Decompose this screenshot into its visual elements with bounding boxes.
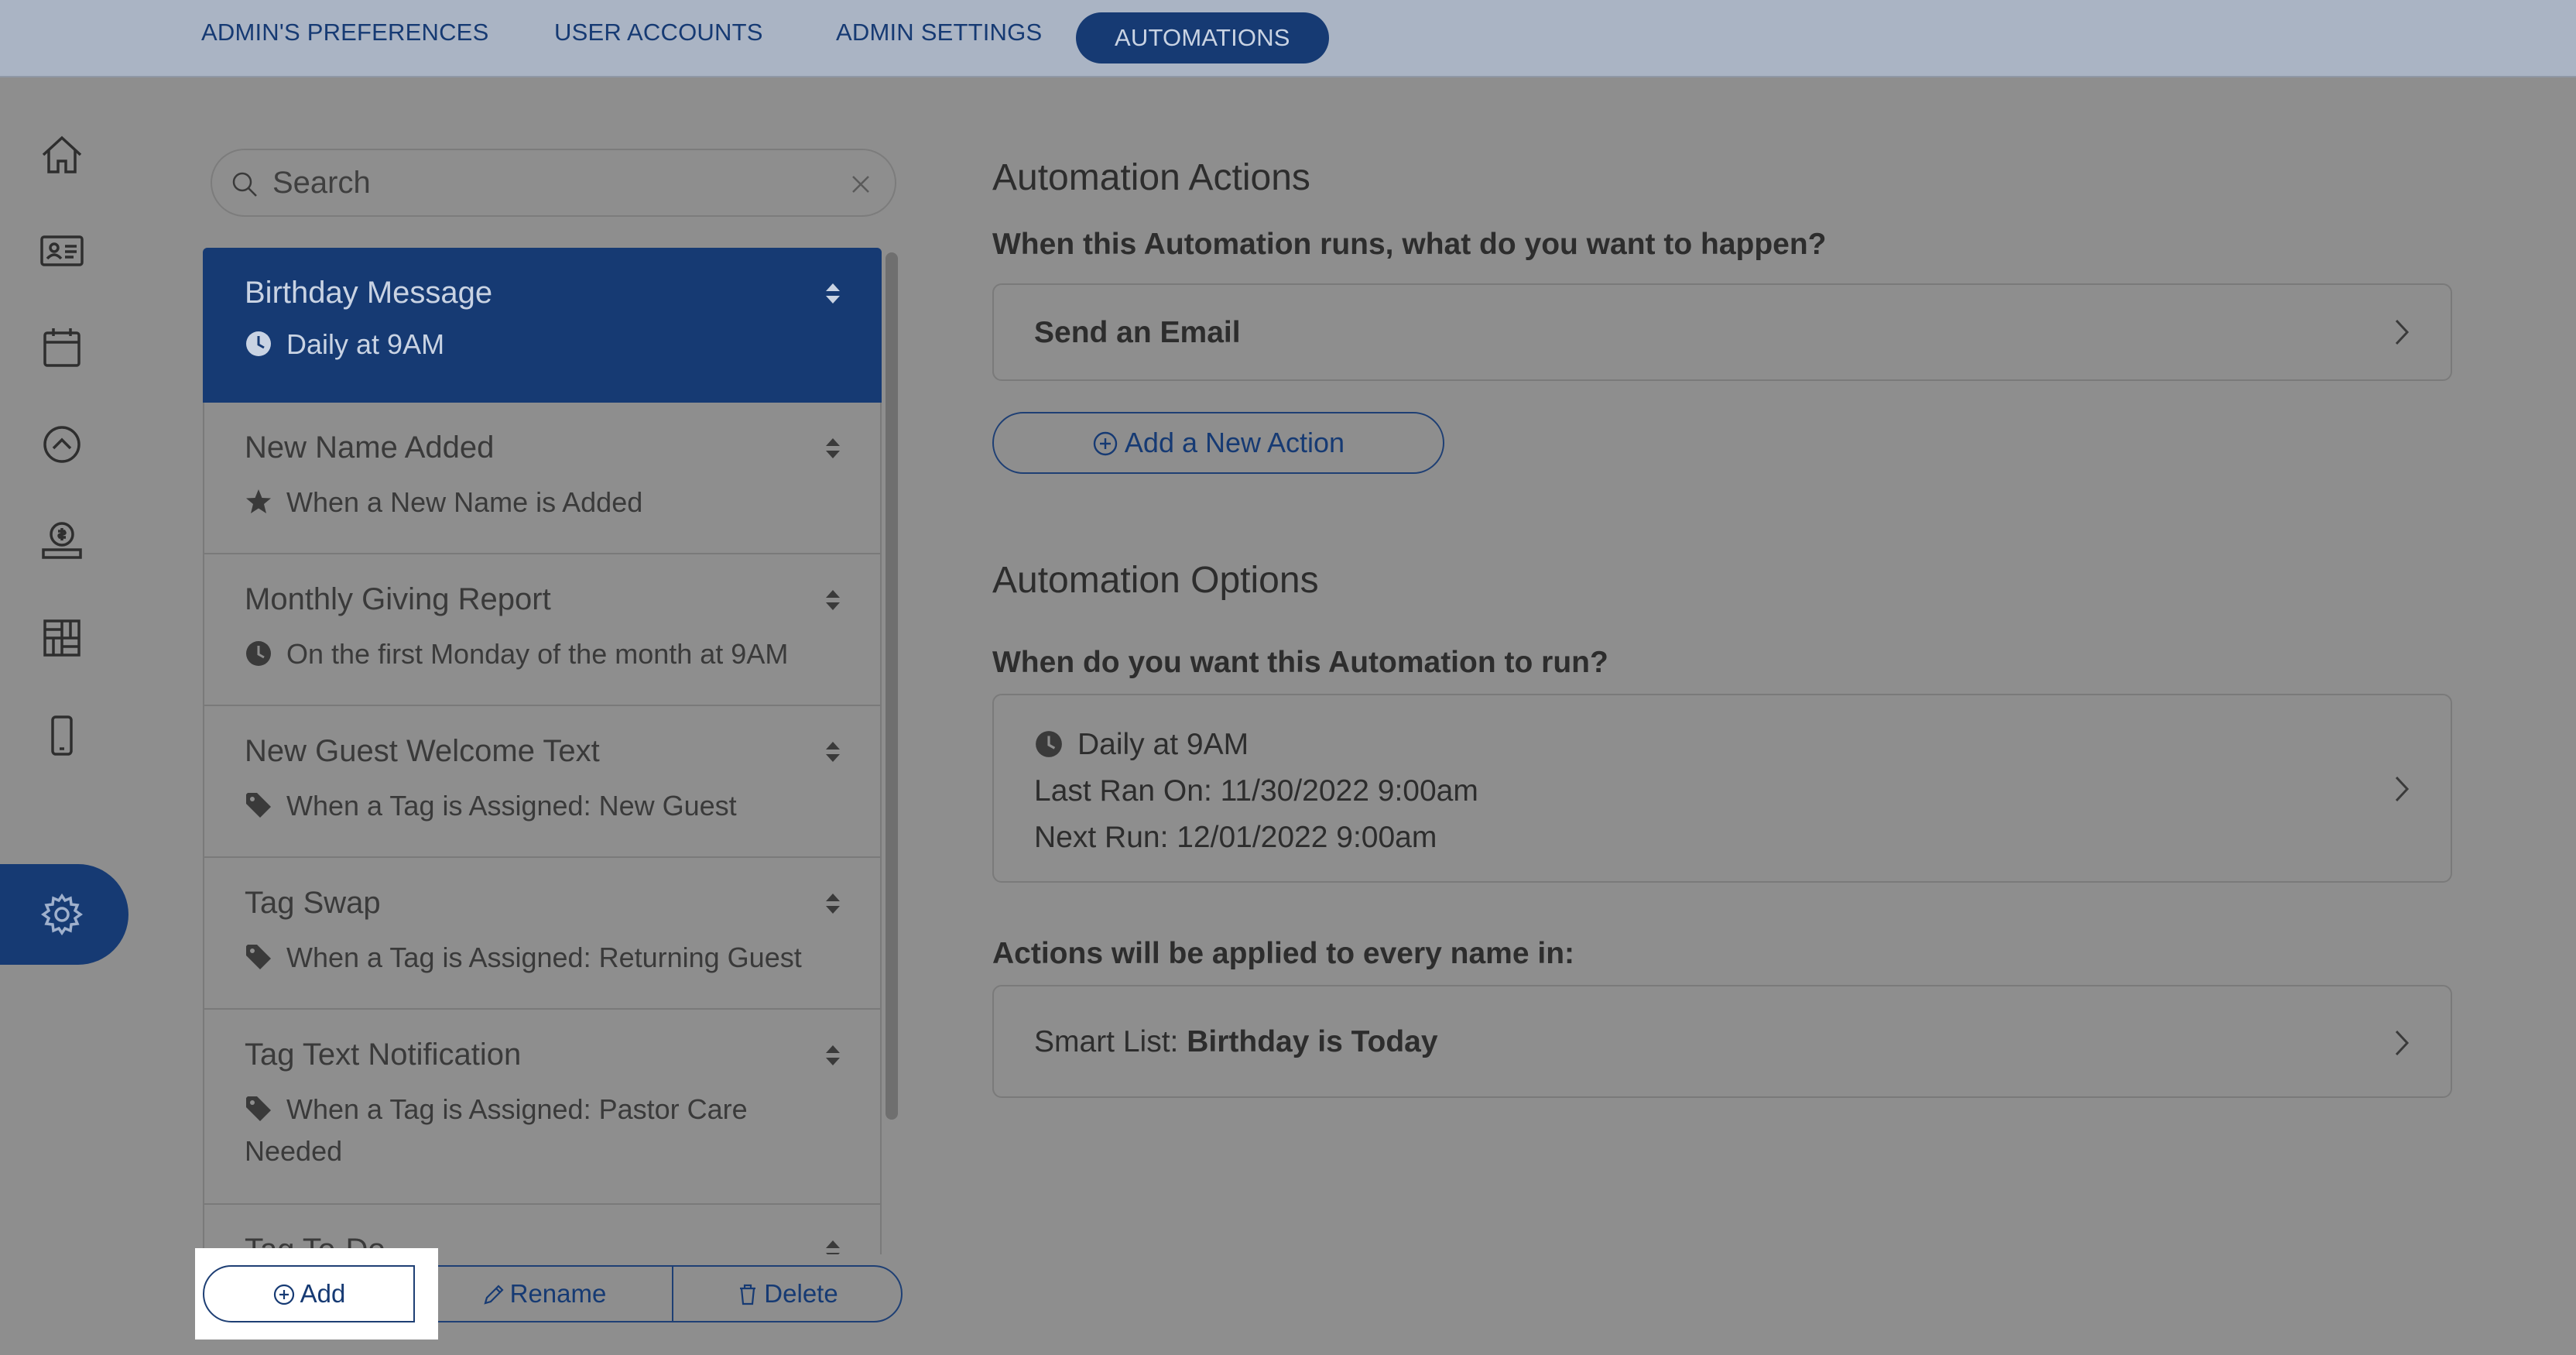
item-title: Birthday Message [245,276,493,310]
sort-icon[interactable] [824,1237,841,1254]
smart-list-label: Smart List: [1034,1025,1179,1058]
item-title: Monthly Giving Report [245,582,551,616]
actions-question: When this Automation runs, what do you w… [992,228,1827,261]
delete-button[interactable]: Delete [673,1267,901,1321]
top-nav: ADMIN'S PREFERENCES USER ACCOUNTS ADMIN … [0,0,2576,77]
sort-icon[interactable] [824,435,841,461]
add-button[interactable]: Add [203,1265,415,1322]
smart-list-value: Birthday is Today [1187,1025,1438,1058]
tag-icon [246,1096,271,1121]
plus-circle-icon [1093,431,1118,456]
up-circle-icon[interactable] [37,420,87,469]
options-heading: Automation Options [992,560,1319,601]
sort-icon[interactable] [824,587,841,613]
pencil-icon [484,1285,504,1305]
list-item-new-guest-welcome-text[interactable]: New Guest Welcome Text When a Tag is Ass… [203,706,882,858]
chevron-right-icon [2395,319,2410,345]
list-item-monthly-giving-report[interactable]: Monthly Giving Report On the first Monda… [203,554,882,706]
list-item-tag-text-notification[interactable]: Tag Text Notification When a Tag is Assi… [203,1010,882,1205]
settings-nav-item[interactable] [0,864,128,965]
grid-icon[interactable] [37,613,87,663]
item-title: Tag Text Notification [245,1038,522,1072]
search-icon [232,172,257,197]
action-label: Send an Email [1034,316,1241,349]
calendar-icon[interactable] [37,322,87,372]
list-scrollbar[interactable] [886,252,898,1120]
schedule-text: Daily at 9AM [1077,728,1249,761]
item-title: New Guest Welcome Text [245,734,600,768]
last-ran: Last Ran On: 11/30/2022 9:00am [1034,774,1478,808]
actions-heading: Automation Actions [992,157,1310,198]
tab-user-accounts[interactable]: USER ACCOUNTS [554,19,763,46]
options-question: When do you want this Automation to run? [992,646,1608,679]
trash-icon [740,1284,756,1305]
giving-icon[interactable] [37,516,87,565]
chevron-right-icon [2395,776,2410,802]
list-item-birthday-message[interactable]: Birthday Message Daily at 9AM [203,248,882,403]
item-trigger: When a Tag is Assigned: New Guest [245,785,833,827]
item-trigger: When a New Name is Added [245,482,833,523]
sidebar [0,77,132,1355]
item-trigger: On the first Monday of the month at 9AM [245,633,833,675]
gear-icon [40,893,84,936]
sort-icon[interactable] [824,1042,841,1069]
clock-icon [1036,731,1062,757]
send-email-card[interactable]: Send an Email [992,283,2452,381]
smart-list-text: Smart List: Birthday is Today [1034,1025,1438,1059]
add-new-action-button[interactable]: Add a New Action [992,412,1444,474]
clear-icon[interactable] [850,173,872,195]
next-run: Next Run: 12/01/2022 9:00am [1034,821,1437,854]
contact-card-icon[interactable] [37,226,87,276]
tag-icon [246,793,271,818]
rename-button[interactable]: Rename [416,1267,672,1321]
item-title: Tag Swap [245,886,381,920]
item-trigger: Daily at 9AM [245,324,833,365]
tab-admins-preferences[interactable]: ADMIN'S PREFERENCES [201,19,488,46]
sort-icon[interactable] [824,890,841,917]
mobile-icon[interactable] [37,711,87,760]
tab-admin-settings[interactable]: ADMIN SETTINGS [836,19,1042,46]
item-trigger: When a Tag is Assigned: Pastor Care Need… [245,1093,748,1167]
star-icon [246,489,271,513]
clock-icon [246,331,271,356]
search-field[interactable]: Search [211,149,896,217]
list-item-tag-swap[interactable]: Tag Swap When a Tag is Assigned: Returni… [203,858,882,1010]
list-item-tag-to-do[interactable]: Tag To-Do [203,1205,882,1254]
automation-list: Birthday Message Daily at 9AM New Name A… [203,248,882,1254]
schedule-card[interactable]: Daily at 9AM Last Ran On: 11/30/2022 9:0… [992,694,2452,883]
item-trigger: When a Tag is Assigned: Returning Guest [245,937,833,979]
clock-icon [246,641,271,666]
apply-question: Actions will be applied to every name in… [992,937,1575,970]
plus-circle-icon [273,1284,294,1305]
list-item-new-name-added[interactable]: New Name Added When a New Name is Added [203,403,882,554]
tab-automations[interactable]: AUTOMATIONS [1076,12,1329,63]
search-placeholder: Search [272,166,371,200]
sort-icon[interactable] [824,280,841,307]
home-icon[interactable] [37,130,87,180]
schedule-details: Daily at 9AM Last Ran On: 11/30/2022 9:0… [1034,722,1478,861]
chevron-right-icon [2395,1030,2410,1056]
sort-icon[interactable] [824,739,841,765]
tag-icon [246,945,271,969]
smart-list-card[interactable]: Smart List: Birthday is Today [992,985,2452,1098]
item-title: New Name Added [245,431,495,465]
